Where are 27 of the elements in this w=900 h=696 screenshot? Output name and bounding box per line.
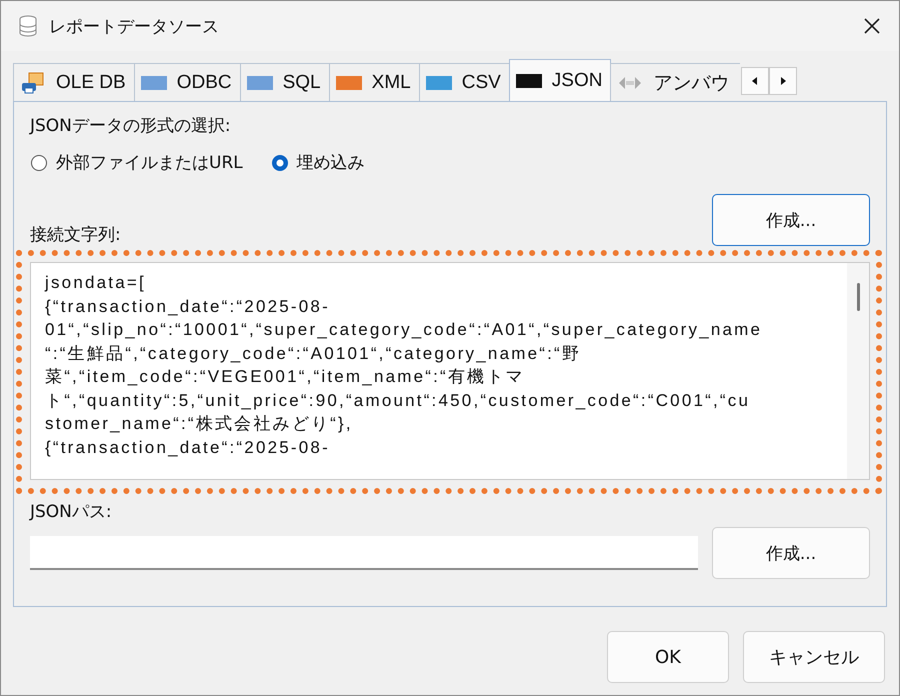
tab[interactable]: JSON xyxy=(508,59,612,101)
json-path-label: JSONパス: xyxy=(30,501,113,523)
cancel-button[interactable]: キャンセル xyxy=(743,631,885,683)
right-triangle-icon xyxy=(779,76,788,86)
json-badge-icon xyxy=(516,74,542,88)
json-path-field[interactable] xyxy=(30,536,698,570)
sql-badge-icon xyxy=(246,76,273,90)
ok-button[interactable]: OK xyxy=(607,631,729,683)
database-icon xyxy=(19,15,37,37)
scroll-right-button[interactable] xyxy=(769,67,798,95)
connection-string-label: 接続文字列: xyxy=(30,224,121,246)
close-icon[interactable] xyxy=(863,17,881,35)
database-printer-icon xyxy=(20,70,46,94)
scroll-left-button[interactable] xyxy=(741,67,770,95)
connection-string-field[interactable]: jsondata=[ {“transaction_date“:“2025-08- 01“,“slip_no“:“10001“,“super_category_code“:“A01“,“super_category_name “:“生鮮品“,“category_code“:“A0101“,“category_name“:“野 菜“,“item_code“:“VEGE001“,“item_name“:“有機トマ ト“,“quantity“:5,“unit_price“:90,“amount“:450,“customer_code“:“C001“,“cu stomer_name“:“株式会社みどり“}, {“transaction_date“:“2025-08- xyxy=(30,262,870,480)
csv-badge-icon xyxy=(426,76,452,90)
odbc-badge-icon xyxy=(140,76,167,90)
create-button[interactable]: 作成... xyxy=(712,194,870,246)
format-label: JSONデータの形式の選択: xyxy=(30,115,232,137)
tab[interactable]: OLE DB xyxy=(13,63,135,101)
radio-option[interactable]: 埋め込み xyxy=(270,151,365,174)
xml-badge-icon xyxy=(336,76,362,90)
window-title: レポートデータソース xyxy=(49,16,220,38)
radio-option[interactable]: 外部ファイルまたはURL xyxy=(30,151,243,174)
tab[interactable]: アンバウ xyxy=(610,63,740,101)
create-button[interactable]: 作成... xyxy=(712,527,870,579)
left-triangle-icon xyxy=(751,76,760,86)
